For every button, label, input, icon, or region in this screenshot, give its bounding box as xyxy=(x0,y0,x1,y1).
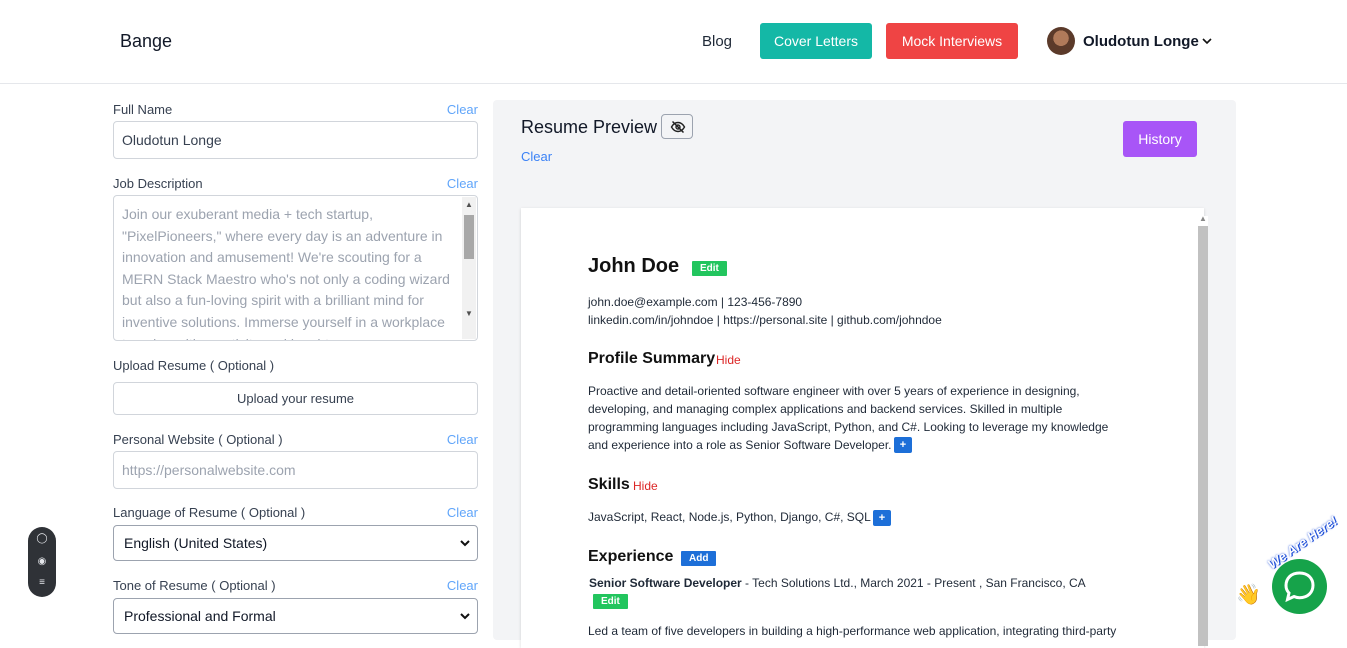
resume-name: John Doe xyxy=(588,255,680,277)
tone-select[interactable]: Professional and Formal xyxy=(113,598,478,634)
edit-experience-button[interactable]: Edit xyxy=(593,594,628,609)
language-label: Language of Resume ( Optional ) xyxy=(113,505,306,520)
toggle-visibility-button[interactable] xyxy=(661,114,693,139)
skills-add-button[interactable]: + xyxy=(873,510,891,526)
hide-profile-link[interactable]: Hide xyxy=(716,353,741,367)
avatar[interactable] xyxy=(1047,27,1075,55)
skills-text: JavaScript, React, Node.js, Python, Djan… xyxy=(588,510,871,524)
hide-skills-link[interactable]: Hide xyxy=(633,479,658,493)
contact-line-1: john.doe@example.com | 123-456-7890 xyxy=(588,295,803,309)
language-clear-link[interactable]: Clear xyxy=(447,505,478,520)
user-name[interactable]: Oludotun Longe xyxy=(1083,33,1199,50)
settings-icon[interactable]: ≡ xyxy=(36,577,48,589)
job-line: Senior Software Developer - Tech Solutio… xyxy=(589,576,1086,590)
tone-select-value: Professional and Formal xyxy=(124,608,276,624)
website-label: Personal Website ( Optional ) xyxy=(113,432,283,447)
nav-blog-link[interactable]: Blog xyxy=(702,33,732,50)
job-description-label: Job Description xyxy=(113,176,203,191)
job-description-clear-link[interactable]: Clear xyxy=(447,176,478,191)
language-select[interactable]: English (United States) xyxy=(113,525,478,561)
scroll-down-icon[interactable]: ▼ xyxy=(465,309,473,318)
chat-icon xyxy=(1284,571,1315,603)
full-name-input[interactable]: Oludotun Longe xyxy=(113,121,478,159)
website-input[interactable]: https://personalwebsite.com xyxy=(113,451,478,489)
profile-add-button[interactable]: + xyxy=(894,437,912,453)
wave-icon: 👋 xyxy=(1236,584,1261,606)
language-select-value: English (United States) xyxy=(124,535,268,551)
edit-name-button[interactable]: Edit xyxy=(692,261,727,276)
tone-label: Tone of Resume ( Optional ) xyxy=(113,578,276,593)
full-name-label: Full Name xyxy=(113,102,173,117)
job-bullet: Led a team of five developers in buildin… xyxy=(588,624,1117,638)
comment-icon[interactable]: ◯ xyxy=(36,533,48,545)
tone-clear-link[interactable]: Clear xyxy=(447,578,478,593)
resume-document: John Doe Edit john.doe@example.com | 123… xyxy=(521,208,1204,648)
preview-clear-link[interactable]: Clear xyxy=(521,149,552,164)
chevron-down-icon xyxy=(460,613,470,620)
upload-resume-button[interactable]: Upload your resume xyxy=(113,382,478,415)
document-scroll-thumb[interactable] xyxy=(1198,226,1208,646)
scroll-thumb[interactable] xyxy=(464,215,474,259)
eye-off-icon xyxy=(670,120,686,134)
skills-heading: Skills xyxy=(588,476,630,493)
textarea-scrollbar[interactable]: ▲ ▼ xyxy=(462,197,476,339)
profile-summary-text: Proactive and detail-oriented software e… xyxy=(588,384,1109,452)
contact-line-2: linkedin.com/in/johndoe | https://person… xyxy=(588,313,942,327)
job-description-textarea[interactable]: Join our exuberant media + tech startup,… xyxy=(113,195,478,341)
cover-letters-button[interactable]: Cover Letters xyxy=(760,23,872,59)
profile-summary-heading: Profile Summary xyxy=(588,350,716,367)
scroll-up-icon[interactable]: ▲ xyxy=(465,200,473,209)
camera-icon[interactable]: ◉ xyxy=(36,556,48,568)
website-clear-link[interactable]: Clear xyxy=(447,432,478,447)
job-description-placeholder: Join our exuberant media + tech startup,… xyxy=(122,206,450,340)
chevron-down-icon[interactable] xyxy=(1200,34,1214,48)
experience-heading: Experience xyxy=(588,548,674,565)
resume-preview-panel: Resume Preview Clear History John Doe Ed… xyxy=(493,100,1236,648)
chevron-down-icon xyxy=(460,540,470,547)
job-title: Senior Software Developer xyxy=(589,576,742,590)
history-button[interactable]: History xyxy=(1123,121,1197,157)
document-scrollbar[interactable]: ▲ xyxy=(1196,214,1208,646)
add-experience-button[interactable]: Add xyxy=(681,551,717,566)
chat-launcher-button[interactable] xyxy=(1272,559,1327,614)
side-toolbar: ◯ ◉ ≡ xyxy=(28,527,56,597)
top-header: Bange Blog Cover Letters Mock Interviews… xyxy=(0,0,1347,84)
scroll-up-icon[interactable]: ▲ xyxy=(1199,214,1207,223)
mock-interviews-button[interactable]: Mock Interviews xyxy=(886,23,1018,59)
job-details: - Tech Solutions Ltd., March 2021 - Pres… xyxy=(741,576,1086,590)
brand-logo[interactable]: Bange xyxy=(120,31,172,52)
full-name-clear-link[interactable]: Clear xyxy=(447,102,478,117)
upload-resume-label: Upload Resume ( Optional ) xyxy=(113,358,275,373)
preview-title: Resume Preview xyxy=(521,117,658,137)
